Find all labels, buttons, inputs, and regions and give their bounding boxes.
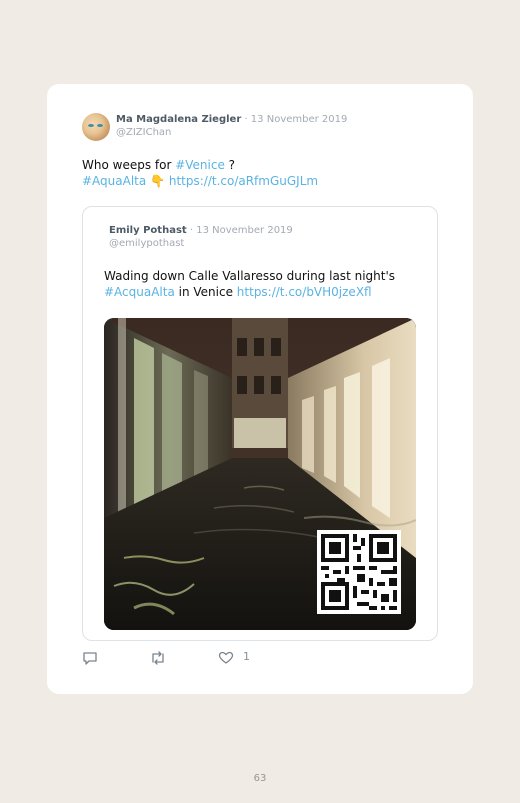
quoted-date: · 13 November 2019 — [189, 225, 293, 236]
quoted-header: Emily Pothast · 13 November 2019 @emilyp… — [109, 224, 293, 250]
quoted-tweet[interactable]: Emily Pothast · 13 November 2019 @emilyp… — [82, 206, 438, 641]
retweet-icon[interactable] — [149, 650, 167, 666]
author-name[interactable]: Ma Magdalena Ziegler — [116, 114, 241, 125]
hashtag-venice[interactable]: #Venice — [175, 158, 225, 172]
tweet-actions: 1 — [82, 650, 282, 666]
quoted-text-line1: Wading down Calle Vallaresso during last… — [104, 269, 395, 283]
page-number: 63 — [253, 773, 267, 784]
like-heart-icon[interactable] — [218, 650, 234, 666]
tweet-text-prefix: Who weeps for — [82, 158, 176, 172]
tweet-date: · 13 November 2019 — [244, 114, 348, 125]
author-handle[interactable]: @ZIZIChan — [116, 126, 347, 139]
hashtag-aquaalta[interactable]: #AquaAlta — [82, 174, 146, 188]
qr-code — [317, 530, 401, 614]
hashtag-acquaalta[interactable]: #AcquaAlta — [104, 285, 175, 299]
tweet-text: Who weeps for #Venice ? #AquaAlta 👇 http… — [82, 157, 452, 189]
pointing-down-emoji: 👇 — [150, 174, 166, 188]
quoted-text: Wading down Calle Vallaresso during last… — [104, 268, 424, 300]
quoted-handle[interactable]: @emilypothast — [109, 237, 293, 250]
tweet-header: Ma Magdalena Ziegler · 13 November 2019 … — [116, 113, 347, 139]
tweet-link[interactable]: https://t.co/aRfmGuGJLm — [169, 174, 318, 188]
quoted-text-mid: in Venice — [174, 285, 237, 299]
tweet-text-suffix: ? — [224, 158, 236, 172]
avatar[interactable] — [82, 113, 110, 141]
flooded-street-photo[interactable] — [104, 318, 416, 630]
tweet-card: Ma Magdalena Ziegler · 13 November 2019 … — [47, 84, 473, 694]
like-count: 1 — [243, 650, 250, 663]
reply-icon[interactable] — [82, 650, 98, 666]
quoted-link[interactable]: https://t.co/bVH0jzeXfl — [237, 285, 372, 299]
quoted-author-name[interactable]: Emily Pothast — [109, 225, 187, 236]
